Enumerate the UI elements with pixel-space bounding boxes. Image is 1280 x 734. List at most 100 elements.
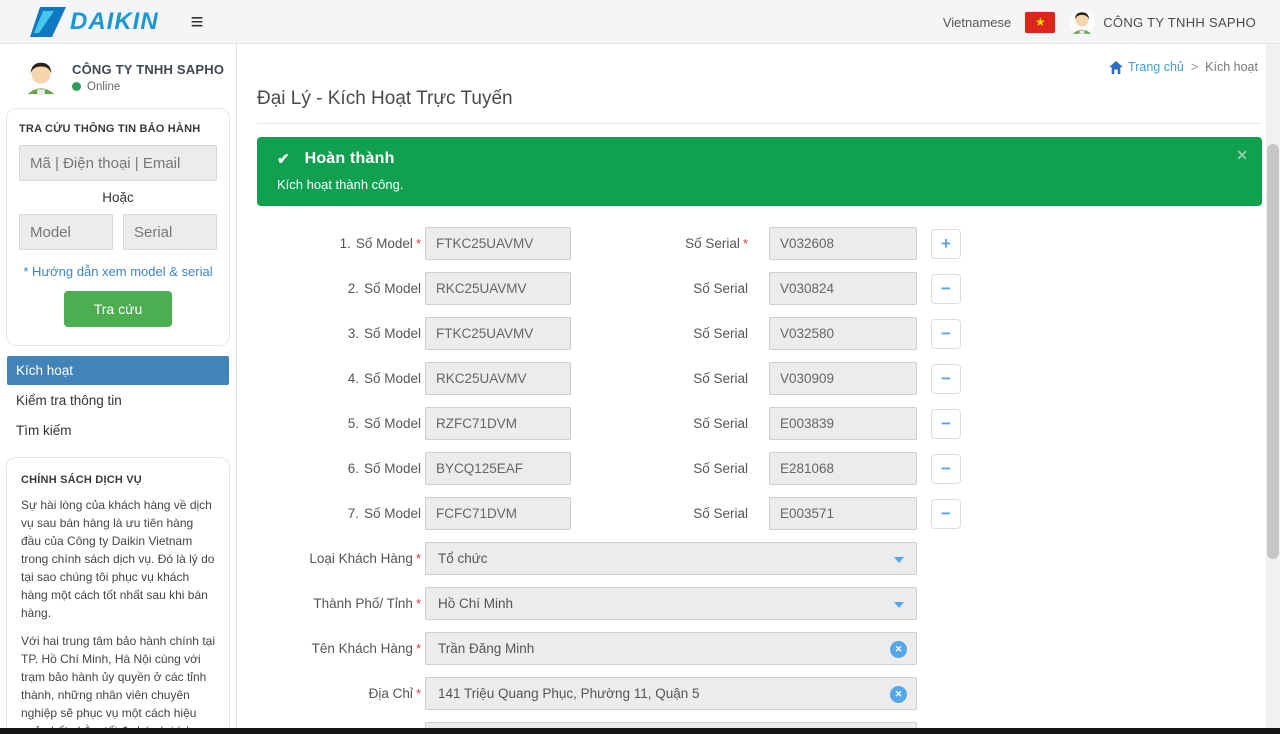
account-name: CÔNG TY TNHH SAPHO <box>1103 15 1256 30</box>
online-status-label: Online <box>87 81 120 93</box>
serial-label: Số Serial <box>693 326 748 341</box>
check-icon: ✔ <box>277 150 290 168</box>
breadcrumb-separator: > <box>1191 60 1198 74</box>
flag-star: ★ <box>1035 16 1046 28</box>
lookup-keyword-input[interactable] <box>19 145 217 181</box>
model-input-4[interactable] <box>425 362 571 395</box>
policy-paragraph: Sự hài lòng của khách hàng về dịch vụ sa… <box>21 496 215 622</box>
model-label: Số Model <box>364 326 421 341</box>
sidebar-item-kich-hoat[interactable]: Kích hoạt <box>7 356 229 385</box>
title-divider <box>257 123 1262 124</box>
minus-icon: − <box>941 415 951 432</box>
minus-icon: − <box>941 370 951 387</box>
clear-icon[interactable]: ✕ <box>890 686 907 703</box>
serial-input-3[interactable] <box>769 317 917 350</box>
home-icon <box>1109 61 1123 74</box>
alert-close-icon[interactable]: ✕ <box>1236 147 1248 164</box>
required-mark: * <box>743 236 748 251</box>
customer-name-input[interactable]: Trần Đăng Minh ✕ <box>425 632 917 665</box>
product-row: 6.Số Model Số Serial − <box>257 452 1262 485</box>
breadcrumb-current: Kích hoạt <box>1205 60 1258 74</box>
model-input-5[interactable] <box>425 407 571 440</box>
sidebar: CÔNG TY TNHH SAPHO Online TRA CỨU THÔNG … <box>0 44 237 734</box>
hamburger-menu-icon[interactable]: ≡ <box>191 11 204 33</box>
remove-row-button[interactable]: − <box>931 274 961 304</box>
sidebar-item-kiem-tra-thong-tin[interactable]: Kiểm tra thông tin <box>7 386 229 415</box>
serial-label: Số Serial <box>693 281 748 296</box>
model-input-2[interactable] <box>425 272 571 305</box>
minus-icon: − <box>941 460 951 477</box>
serial-input-1[interactable] <box>769 227 917 260</box>
chevron-down-icon <box>894 602 904 608</box>
lookup-model-input[interactable] <box>19 214 113 250</box>
model-label: Số Model <box>364 461 421 476</box>
sidebar-menu: Kích hoạt Kiểm tra thông tin Tìm kiếm <box>7 356 229 445</box>
page-scrollbar[interactable] <box>1266 44 1280 734</box>
model-label: Số Model <box>364 371 421 386</box>
model-input-7[interactable] <box>425 497 571 530</box>
serial-input-4[interactable] <box>769 362 917 395</box>
serial-input-5[interactable] <box>769 407 917 440</box>
model-serial-guide-link[interactable]: * Hướng dẫn xem model & serial <box>19 264 217 279</box>
row-index: 7. <box>348 506 359 521</box>
minus-icon: − <box>941 325 951 342</box>
user-avatar-icon <box>22 58 60 96</box>
remove-row-button[interactable]: − <box>931 499 961 529</box>
scrollbar-thumb[interactable] <box>1267 144 1279 559</box>
address-input[interactable]: 141 Triệu Quang Phục, Phường 11, Quận 5 … <box>425 677 917 710</box>
required-mark: * <box>416 686 421 701</box>
clear-x-glyph: ✕ <box>895 689 903 700</box>
daikin-logo[interactable]: DAIKIN <box>30 7 159 37</box>
address-row: Địa Chỉ* 141 Triệu Quang Phục, Phường 11… <box>257 677 1262 710</box>
row-index: 1. <box>340 236 351 251</box>
address-label: Địa Chỉ <box>369 686 413 701</box>
warranty-lookup-card: TRA CỨU THÔNG TIN BẢO HÀNH Hoặc * Hướng … <box>6 108 230 346</box>
remove-row-button[interactable]: − <box>931 364 961 394</box>
row-index: 5. <box>348 416 359 431</box>
success-alert: ✔ Hoàn thành Kích hoạt thành công. ✕ <box>257 137 1262 206</box>
product-row: 3.Số Model Số Serial − <box>257 317 1262 350</box>
city-label: Thành Phố/ Tỉnh <box>313 596 413 611</box>
serial-label: Số Serial <box>693 506 748 521</box>
remove-row-button[interactable]: − <box>931 319 961 349</box>
language-selector[interactable]: Vietnamese <box>943 15 1011 30</box>
customer-type-value: Tổ chức <box>438 551 488 566</box>
clear-icon[interactable]: ✕ <box>890 641 907 658</box>
address-value: 141 Triệu Quang Phục, Phường 11, Quận 5 <box>438 686 700 701</box>
product-row: 1.Số Model* Số Serial* + <box>257 227 1262 260</box>
model-label: Số Model <box>364 416 421 431</box>
row-index: 6. <box>348 461 359 476</box>
model-label: Số Model <box>364 281 421 296</box>
remove-row-button[interactable]: − <box>931 409 961 439</box>
lookup-search-button[interactable]: Tra cứu <box>64 291 172 327</box>
product-row: 5. Số Model Số Serial − <box>257 407 1262 440</box>
model-input-1[interactable] <box>425 227 571 260</box>
vietnam-flag-icon[interactable]: ★ <box>1025 12 1055 33</box>
customer-type-row: Loại Khách Hàng* Tổ chức <box>257 542 1262 575</box>
plus-icon: + <box>941 235 951 252</box>
online-status-dot <box>72 82 81 91</box>
model-label: Số Model <box>356 236 413 251</box>
remove-row-button[interactable]: − <box>931 454 961 484</box>
lookup-serial-input[interactable] <box>123 214 217 250</box>
city-value: Hồ Chí Minh <box>438 596 513 611</box>
serial-input-6[interactable] <box>769 452 917 485</box>
customer-type-select[interactable]: Tổ chức <box>425 542 917 575</box>
city-select[interactable]: Hồ Chí Minh <box>425 587 917 620</box>
model-input-6[interactable] <box>425 452 571 485</box>
customer-name-label: Tên Khách Hàng <box>312 641 413 656</box>
policy-card-title: CHÍNH SÁCH DỊCH VỤ <box>21 474 215 486</box>
brand-text: DAIKIN <box>70 8 159 36</box>
serial-input-2[interactable] <box>769 272 917 305</box>
account-menu[interactable]: CÔNG TY TNHH SAPHO <box>1069 9 1256 35</box>
customer-type-label: Loại Khách Hàng <box>309 551 413 566</box>
serial-label: Số Serial <box>693 416 748 431</box>
serial-input-7[interactable] <box>769 497 917 530</box>
window-bottom-edge <box>0 728 1280 734</box>
city-row: Thành Phố/ Tỉnh* Hồ Chí Minh <box>257 587 1262 620</box>
add-row-button[interactable]: + <box>931 229 961 259</box>
model-input-3[interactable] <box>425 317 571 350</box>
service-policy-card: CHÍNH SÁCH DỊCH VỤ Sự hài lòng của khách… <box>6 457 230 734</box>
breadcrumb-home-link[interactable]: Trang chủ <box>1109 60 1184 74</box>
sidebar-item-tim-kiem[interactable]: Tìm kiếm <box>7 416 229 445</box>
